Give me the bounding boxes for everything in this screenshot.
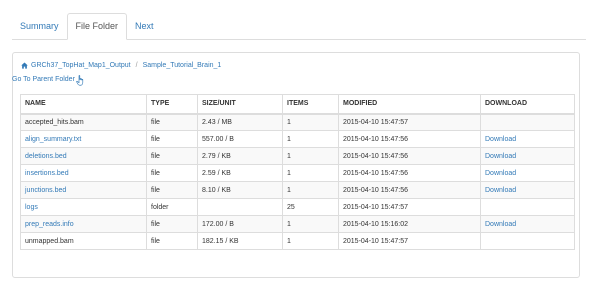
table-row: unmapped.bam file 182.15 / KB 1 2015-04-… (20, 232, 575, 250)
table-row: deletions.bed file 2.79 / KB 1 2015-04-1… (20, 147, 575, 165)
table-row: insertions.bed file 2.59 / KB 1 2015-04-… (20, 164, 575, 182)
file-size: 172.00 / B (197, 215, 283, 233)
column-header-download: DOWNLOAD (480, 94, 575, 115)
file-items: 1 (282, 181, 339, 199)
file-modified: 2015-04-10 15:47:56 (338, 147, 481, 165)
file-size: 2.79 / KB (197, 147, 283, 165)
file-name: unmapped.bam (20, 232, 147, 250)
file-name-link[interactable]: insertions.bed (20, 164, 147, 182)
file-type: file (146, 130, 198, 148)
file-type: file (146, 147, 198, 165)
file-size: 8.10 / KB (197, 181, 283, 199)
file-modified: 2015-04-10 15:47:56 (338, 164, 481, 182)
tab-bar: Summary File Folder Next (12, 13, 586, 40)
file-table: NAME TYPE SIZE/UNIT ITEMS MODIFIED DOWNL… (20, 94, 575, 250)
table-row: prep_reads.info file 172.00 / B 1 2015-0… (20, 215, 575, 233)
column-header-items: ITEMS (282, 94, 339, 115)
tab-file-folder[interactable]: File Folder (66, 13, 128, 40)
file-download (480, 113, 575, 131)
file-modified: 2015-04-10 15:47:57 (338, 198, 481, 216)
file-name-link[interactable]: align_summary.txt (20, 130, 147, 148)
file-type: file (146, 113, 198, 131)
file-size (197, 198, 283, 216)
file-name-link[interactable]: prep_reads.info (20, 215, 147, 233)
file-items: 25 (282, 198, 339, 216)
breadcrumb-item-sample[interactable]: Sample_Tutorial_Brain_1 (143, 62, 222, 69)
file-name: accepted_hits.bam (20, 113, 147, 131)
file-size: 182.15 / KB (197, 232, 283, 250)
tab-next[interactable]: Next (127, 14, 162, 39)
column-header-modified: MODIFIED (338, 94, 481, 115)
file-modified: 2015-04-10 15:47:57 (338, 113, 481, 131)
file-items: 1 (282, 130, 339, 148)
file-size: 557.00 / B (197, 130, 283, 148)
column-header-size: SIZE/UNIT (197, 94, 283, 115)
file-items: 1 (282, 232, 339, 250)
table-row: junctions.bed file 8.10 / KB 1 2015-04-1… (20, 181, 575, 199)
file-name-link[interactable]: junctions.bed (20, 181, 147, 199)
file-items: 1 (282, 215, 339, 233)
file-type: file (146, 164, 198, 182)
file-name-link[interactable]: deletions.bed (20, 147, 147, 165)
download-link[interactable]: Download (480, 181, 575, 199)
file-modified: 2015-04-10 15:16:02 (338, 215, 481, 233)
file-download (480, 198, 575, 216)
file-size: 2.43 / MB (197, 113, 283, 131)
file-folder-panel: GRCh37_TopHat_Map1_Output / Sample_Tutor… (12, 52, 580, 278)
tab-summary[interactable]: Summary (12, 14, 67, 39)
file-modified: 2015-04-10 15:47:57 (338, 232, 481, 250)
table-row: accepted_hits.bam file 2.43 / MB 1 2015-… (20, 113, 575, 131)
breadcrumb-separator: / (135, 62, 138, 69)
table-header-row: NAME TYPE SIZE/UNIT ITEMS MODIFIED DOWNL… (20, 94, 575, 115)
file-items: 1 (282, 113, 339, 131)
page: Summary File Folder Next GRCh37_TopHat_M… (0, 0, 600, 284)
table-row: align_summary.txt file 557.00 / B 1 2015… (20, 130, 575, 148)
hand-pointer-icon (76, 75, 85, 86)
download-link[interactable]: Download (480, 215, 575, 233)
file-type: file (146, 215, 198, 233)
parent-link-label: Go To Parent Folder (12, 76, 75, 83)
file-items: 1 (282, 164, 339, 182)
file-items: 1 (282, 147, 339, 165)
table-row: logs folder 25 2015-04-10 15:47:57 (20, 198, 575, 216)
download-link[interactable]: Download (480, 164, 575, 182)
column-header-name: NAME (20, 94, 147, 115)
file-type: file (146, 232, 198, 250)
folder-name-link[interactable]: logs (20, 198, 147, 216)
file-modified: 2015-04-10 15:47:56 (338, 181, 481, 199)
column-header-type: TYPE (146, 94, 198, 115)
breadcrumb-item-output[interactable]: GRCh37_TopHat_Map1_Output (31, 62, 131, 69)
download-link[interactable]: Download (480, 130, 575, 148)
file-size: 2.59 / KB (197, 164, 283, 182)
file-modified: 2015-04-10 15:47:56 (338, 130, 481, 148)
file-download (480, 232, 575, 250)
file-type: folder (146, 198, 198, 216)
go-to-parent-folder-link[interactable]: Go To Parent Folder (12, 73, 85, 86)
home-icon[interactable] (21, 62, 28, 69)
breadcrumb: GRCh37_TopHat_Map1_Output / Sample_Tutor… (21, 62, 221, 69)
download-link[interactable]: Download (480, 147, 575, 165)
file-type: file (146, 181, 198, 199)
